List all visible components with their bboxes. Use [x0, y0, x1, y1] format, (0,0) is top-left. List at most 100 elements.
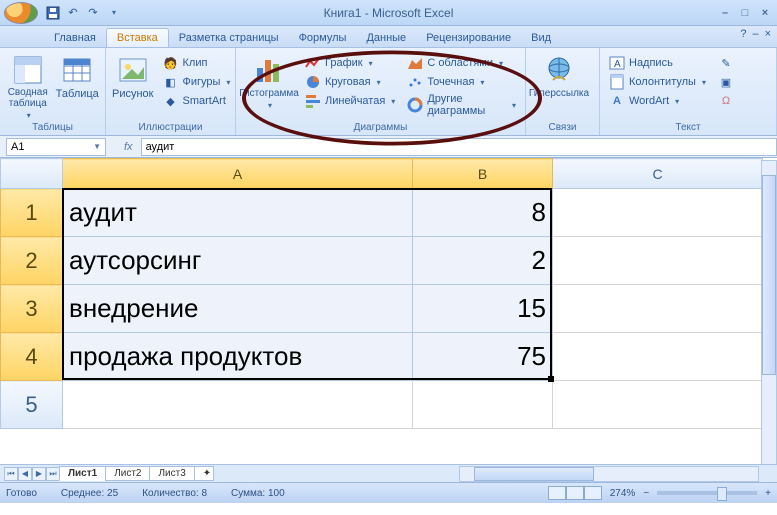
undo-icon[interactable]: ↶ — [64, 4, 82, 22]
vertical-scroll-thumb[interactable] — [762, 175, 776, 375]
worksheet-grid[interactable]: A B C 1 аудит 8 2 аутсорсинг 2 3 внедрен… — [0, 158, 777, 464]
tables-group-label: Таблицы — [6, 120, 99, 133]
status-ready: Готово — [6, 488, 37, 499]
smartart-button[interactable]: ◆SmartArt — [160, 92, 234, 110]
name-box[interactable]: A1▼ — [6, 138, 106, 156]
area-chart-button[interactable]: С областями — [404, 54, 519, 72]
sheet-nav-next[interactable]: ▶ — [32, 467, 46, 481]
row-header-2[interactable]: 2 — [1, 237, 63, 285]
sheet-nav-last[interactable]: ⏭ — [46, 467, 60, 481]
zoom-level[interactable]: 274% — [610, 488, 636, 499]
wordart-icon: A — [609, 93, 625, 109]
quick-access-toolbar: ↶ ↷ — [44, 4, 122, 22]
clip-icon: 🧑 — [163, 55, 179, 71]
line-chart-button[interactable]: График — [302, 54, 398, 72]
maximize-button[interactable]: □ — [737, 6, 753, 20]
sheet-tab-1[interactable]: Лист1 — [59, 466, 106, 481]
redo-icon[interactable]: ↷ — [84, 4, 102, 22]
hyperlink-button[interactable]: Гиперссылка — [532, 52, 586, 99]
select-all-corner[interactable] — [1, 159, 63, 189]
col-header-a[interactable]: A — [63, 159, 413, 189]
close-button[interactable]: × — [757, 6, 773, 20]
view-page-layout-button[interactable] — [566, 486, 584, 500]
col-header-b[interactable]: B — [413, 159, 553, 189]
object-button[interactable]: ▣ — [715, 73, 737, 91]
status-count: Количество: 8 — [142, 488, 207, 499]
col-header-c[interactable]: C — [553, 159, 763, 189]
pivot-table-button[interactable]: Сводная таблица — [6, 52, 50, 120]
other-charts-button[interactable]: Другие диаграммы — [404, 92, 519, 118]
view-normal-button[interactable] — [548, 486, 566, 500]
zoom-out-button[interactable]: − — [643, 488, 649, 499]
cell-c2[interactable] — [553, 237, 763, 285]
cell-a1[interactable]: аудит — [63, 189, 413, 237]
new-sheet-button[interactable]: ✦ — [194, 466, 214, 481]
cell-c4[interactable] — [553, 333, 763, 381]
cell-c1[interactable] — [553, 189, 763, 237]
pie-chart-button[interactable]: Круговая — [302, 73, 398, 91]
ribbon-close-button[interactable]: × — [765, 28, 771, 40]
cell-b1[interactable]: 8 — [413, 189, 553, 237]
picture-button[interactable]: Рисунок — [112, 52, 154, 100]
tab-view[interactable]: Вид — [521, 29, 561, 47]
clip-button[interactable]: 🧑Клип — [160, 54, 234, 72]
row-header-4[interactable]: 4 — [1, 333, 63, 381]
minimize-button[interactable]: – — [717, 6, 733, 20]
tab-page-layout[interactable]: Разметка страницы — [169, 29, 289, 47]
cell-b5[interactable] — [413, 381, 553, 429]
sheet-tab-3[interactable]: Лист3 — [149, 466, 194, 481]
sheet-nav-first[interactable]: ⏮ — [4, 467, 18, 481]
tab-formulas[interactable]: Формулы — [289, 29, 357, 47]
wordart-button[interactable]: AWordArt — [606, 92, 709, 110]
sheet-tabs-bar: ⏮ ◀ ▶ ⏭ Лист1 Лист2 Лист3 ✦ — [0, 464, 777, 482]
group-links: Гиперссылка Связи — [526, 48, 600, 135]
tab-data[interactable]: Данные — [356, 29, 416, 47]
vertical-scrollbar[interactable] — [761, 160, 777, 470]
horizontal-scrollbar[interactable] — [459, 466, 759, 482]
cell-a3[interactable]: внедрение — [63, 285, 413, 333]
horizontal-scroll-thumb[interactable] — [474, 467, 594, 481]
cell-a2[interactable]: аутсорсинг — [63, 237, 413, 285]
sheet-nav-prev[interactable]: ◀ — [18, 467, 32, 481]
bar-chart-button[interactable]: Линейчатая — [302, 92, 398, 110]
formula-bar: A1▼ fx аудит — [0, 136, 777, 158]
zoom-slider[interactable] — [657, 491, 757, 495]
tab-review[interactable]: Рецензирование — [416, 29, 521, 47]
tab-home[interactable]: Главная — [44, 29, 106, 47]
pivot-table-icon — [12, 54, 44, 86]
cell-a4[interactable]: продажа продуктов — [63, 333, 413, 381]
column-chart-button[interactable]: Гистограмма — [242, 52, 296, 110]
scatter-chart-button[interactable]: Точечная — [404, 73, 519, 91]
tab-insert[interactable]: Вставка — [106, 28, 169, 47]
cell-c3[interactable] — [553, 285, 763, 333]
help-icon[interactable]: ? — [740, 28, 746, 40]
header-footer-button[interactable]: Колонтитулы — [606, 73, 709, 91]
row-header-3[interactable]: 3 — [1, 285, 63, 333]
symbol-button[interactable]: Ω — [715, 92, 737, 110]
sheet-tab-2[interactable]: Лист2 — [105, 466, 150, 481]
scatter-chart-icon — [407, 74, 423, 90]
row-header-1[interactable]: 1 — [1, 189, 63, 237]
ribbon-minimize-button[interactable]: – — [752, 28, 758, 40]
textbox-button[interactable]: AНадпись — [606, 54, 709, 72]
qat-customize-icon[interactable] — [104, 4, 122, 22]
office-button[interactable] — [4, 2, 38, 24]
zoom-in-button[interactable]: + — [765, 488, 771, 499]
pivot-label: Сводная таблица — [6, 88, 50, 109]
cell-b4[interactable]: 75 — [413, 333, 553, 381]
cell-b2[interactable]: 2 — [413, 237, 553, 285]
shapes-button[interactable]: ◧Фигуры — [160, 73, 234, 91]
fx-icon[interactable]: fx — [124, 141, 133, 153]
table-button[interactable]: Таблица — [56, 52, 100, 100]
illustrations-group-label: Иллюстрации — [112, 120, 229, 133]
cell-a5[interactable] — [63, 381, 413, 429]
view-page-break-button[interactable] — [584, 486, 602, 500]
save-icon[interactable] — [44, 4, 62, 22]
chevron-down-icon[interactable]: ▼ — [93, 142, 101, 151]
cell-b3[interactable]: 15 — [413, 285, 553, 333]
row-header-5[interactable]: 5 — [1, 381, 63, 429]
signature-button[interactable]: ✎ — [715, 54, 737, 72]
cell-c5[interactable] — [553, 381, 763, 429]
formula-input[interactable]: аудит — [141, 138, 777, 156]
status-average: Среднее: 25 — [61, 488, 118, 499]
